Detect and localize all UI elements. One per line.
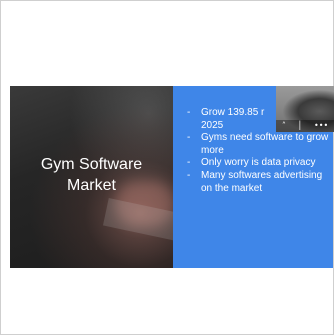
bullet-marker: - bbox=[187, 169, 191, 181]
slide-title: Gym Software Market bbox=[40, 156, 143, 194]
bullet-item: - Many softwares advertising on the marke… bbox=[187, 170, 333, 195]
video-controls-bar: ˄ │ ••• bbox=[276, 120, 334, 132]
chevron-up-icon[interactable]: ˄ bbox=[282, 121, 286, 131]
bullet-item: - Gyms need software to grow more bbox=[187, 132, 333, 157]
bullet-text: Only worry is data privacy bbox=[201, 157, 316, 169]
bullet-marker: - bbox=[187, 107, 191, 118]
bullet-marker: - bbox=[187, 157, 191, 169]
bullet-text: Gyms need software to grow more bbox=[201, 132, 329, 156]
bullet-text: Grow 139.85 r 2025 bbox=[201, 107, 265, 131]
slide-background-image: Gym Software Market bbox=[10, 86, 188, 268]
more-icon[interactable]: ••• bbox=[314, 121, 328, 131]
mic-icon[interactable]: │ bbox=[298, 121, 303, 131]
content-frame: Gym Software Market - Grow 139.85 r 2025 … bbox=[0, 0, 334, 335]
bullet-marker: - bbox=[187, 132, 191, 144]
presenter-video-thumbnail[interactable]: ˄ │ ••• bbox=[276, 86, 334, 132]
bullet-text: Many softwares advertising on the market bbox=[201, 169, 323, 194]
bullet-item: - Only worry is data privacy bbox=[187, 157, 333, 170]
